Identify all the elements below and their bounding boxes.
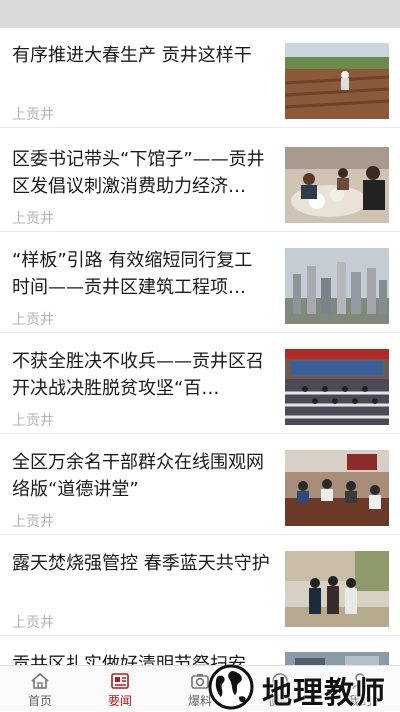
meeting-room-photo[interactable]: [285, 450, 389, 526]
news-title: “样板”引路 有效缩短同行复工时间——贡井区建筑工程项…: [12, 250, 253, 298]
globe-logo-icon: [208, 664, 254, 710]
tab-news[interactable]: 要闻: [80, 666, 160, 712]
news-item[interactable]: 有序推进大春生产 贡井这样干 上贡井: [0, 28, 400, 128]
conference-hall-photo[interactable]: [285, 349, 389, 425]
news-source: 上贡井: [12, 514, 54, 530]
news-item[interactable]: 区委书记带头“下馆子”——贡井区发倡议刺激消费助力经济… 上贡井: [0, 132, 400, 232]
news-item[interactable]: 不获全胜决不收兵——贡井区召开决战决胜脱贫攻坚“百… 上贡井: [0, 334, 400, 434]
news-source: 上贡井: [12, 615, 54, 631]
tab-home[interactable]: 首页: [0, 666, 80, 712]
news-title: 不获全胜决不收兵——贡井区召开决战决胜脱贫攻坚“百…: [12, 351, 264, 399]
news-source: 上贡井: [12, 211, 54, 227]
news-source: 上贡井: [12, 413, 54, 429]
watermark-text: 地理教师: [262, 676, 386, 711]
news-title: 有序推进大春生产 贡井这样干: [12, 45, 252, 66]
farm-field-photo[interactable]: [285, 43, 389, 119]
news-title: 露天焚烧强管控 春季蓝天共守护: [12, 553, 270, 574]
tab-label: 首页: [27, 694, 52, 708]
news-source: 上贡井: [12, 312, 54, 328]
restaurant-meal-photo[interactable]: [285, 147, 389, 223]
watermark-overlay: 地理教师: [205, 662, 400, 711]
news-source: 上贡井: [12, 107, 54, 123]
news-item[interactable]: 全区万余名干部群众在线围观网络版“道德讲堂” 上贡井: [0, 435, 400, 535]
news-item[interactable]: 露天焚烧强管控 春季蓝天共守护 上贡井: [0, 536, 400, 636]
news-feed[interactable]: 有序推进大春生产 贡井这样干 上贡井 区委书记带头“下馆子”——贡井区发倡议刺激…: [0, 28, 400, 665]
news-item[interactable]: “样板”引路 有效缩短同行复工时间——贡井区建筑工程项… 上贡井: [0, 233, 400, 333]
tab-label: 要闻: [107, 694, 132, 708]
city-buildings-photo[interactable]: [285, 248, 389, 324]
news-icon: [111, 673, 129, 689]
news-item[interactable]: 贡井区扎实做好清明节祭扫安…: [0, 637, 400, 665]
status-bar: [0, 0, 400, 28]
outdoor-inspection-photo[interactable]: [285, 551, 389, 627]
news-title: 全区万余名干部群众在线围观网络版“道德讲堂”: [12, 452, 264, 500]
home-icon: [31, 672, 49, 689]
news-title: 区委书记带头“下馆子”——贡井区发倡议刺激消费助力经济…: [12, 149, 265, 197]
